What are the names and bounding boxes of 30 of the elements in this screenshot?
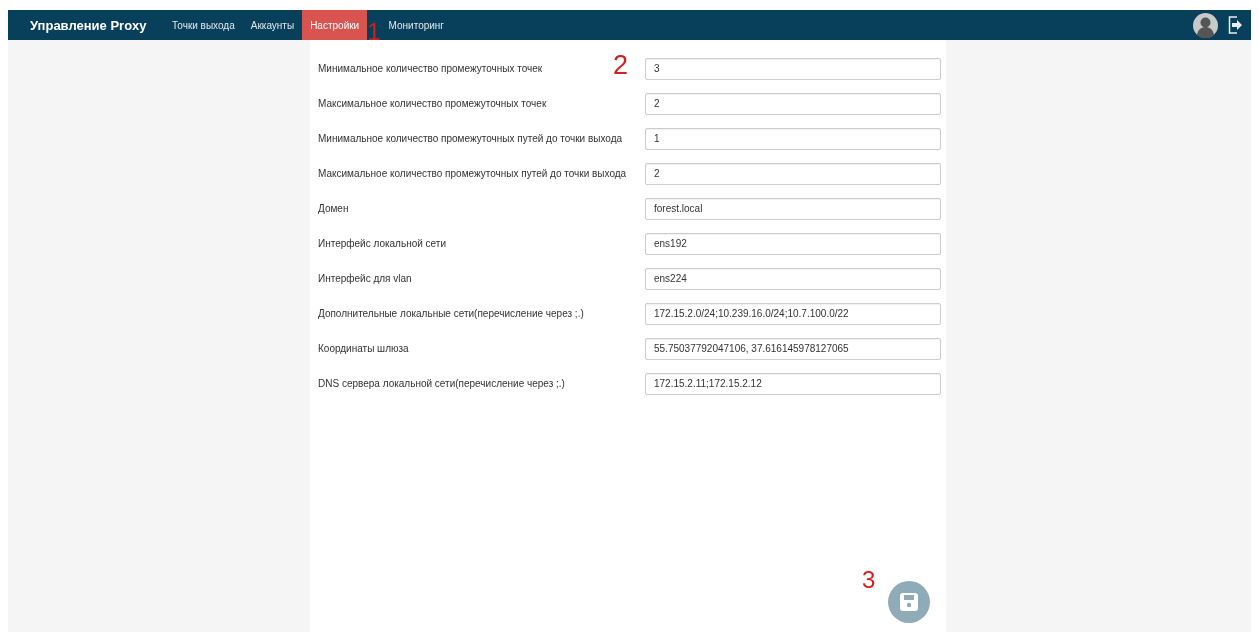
annotation-number: 3 xyxy=(862,568,876,592)
setting-label: DNS сервера локальной сети(перечисление через ;.) xyxy=(318,378,565,389)
annotation-number: 1 xyxy=(367,20,381,44)
setting-label: Интерфейс для vlan xyxy=(318,273,412,284)
setting-label: Координаты шлюза xyxy=(318,343,409,354)
setting-label: Максимальное количество промежуточных путей до точки выхода xyxy=(318,168,627,179)
logout-icon[interactable] xyxy=(1228,16,1243,34)
setting-field[interactable]: 1 xyxy=(645,127,941,150)
setting-field[interactable]: 2 xyxy=(645,92,941,115)
setting-field[interactable]: 172.15.2.0/24;10.239.16.0/24;10.7.100.0/22 xyxy=(645,302,941,325)
setting-field[interactable]: 172.15.2.11;172.15.2.12 xyxy=(645,372,941,395)
nav-tab[interactable]: Точки выхода xyxy=(164,10,243,40)
setting-field[interactable]: ens192 xyxy=(645,232,941,255)
setting-label: Дополнительные локальные сети(перечисление через ;.) xyxy=(318,308,584,319)
setting-field[interactable]: ens224 xyxy=(645,267,941,290)
annotation-number: 2 xyxy=(613,52,629,79)
setting-field[interactable]: 3 xyxy=(645,57,941,80)
setting-label: Минимальное количество промежуточных путей до точки выхода xyxy=(318,133,623,144)
setting-field[interactable]: 55.75037792047106, 37.616145978127065 xyxy=(645,337,941,360)
nav-tab[interactable]: Аккаунты xyxy=(242,10,303,40)
app-title: Управление Proxy xyxy=(29,16,148,35)
setting-field[interactable]: forest.local xyxy=(645,197,941,220)
setting-label: Интерфейс локальной сети xyxy=(318,238,446,249)
nav-tab[interactable]: Мониторинг xyxy=(380,10,452,40)
setting-label: Максимальное количество промежуточных точек xyxy=(318,98,547,109)
setting-field[interactable]: 2 xyxy=(645,162,941,185)
setting-label: Минимальное количество промежуточных точек xyxy=(318,63,543,74)
nav-tab[interactable]: Настройки xyxy=(302,10,368,40)
setting-label: Домен xyxy=(318,203,349,214)
avatar-icon[interactable] xyxy=(1193,12,1218,38)
